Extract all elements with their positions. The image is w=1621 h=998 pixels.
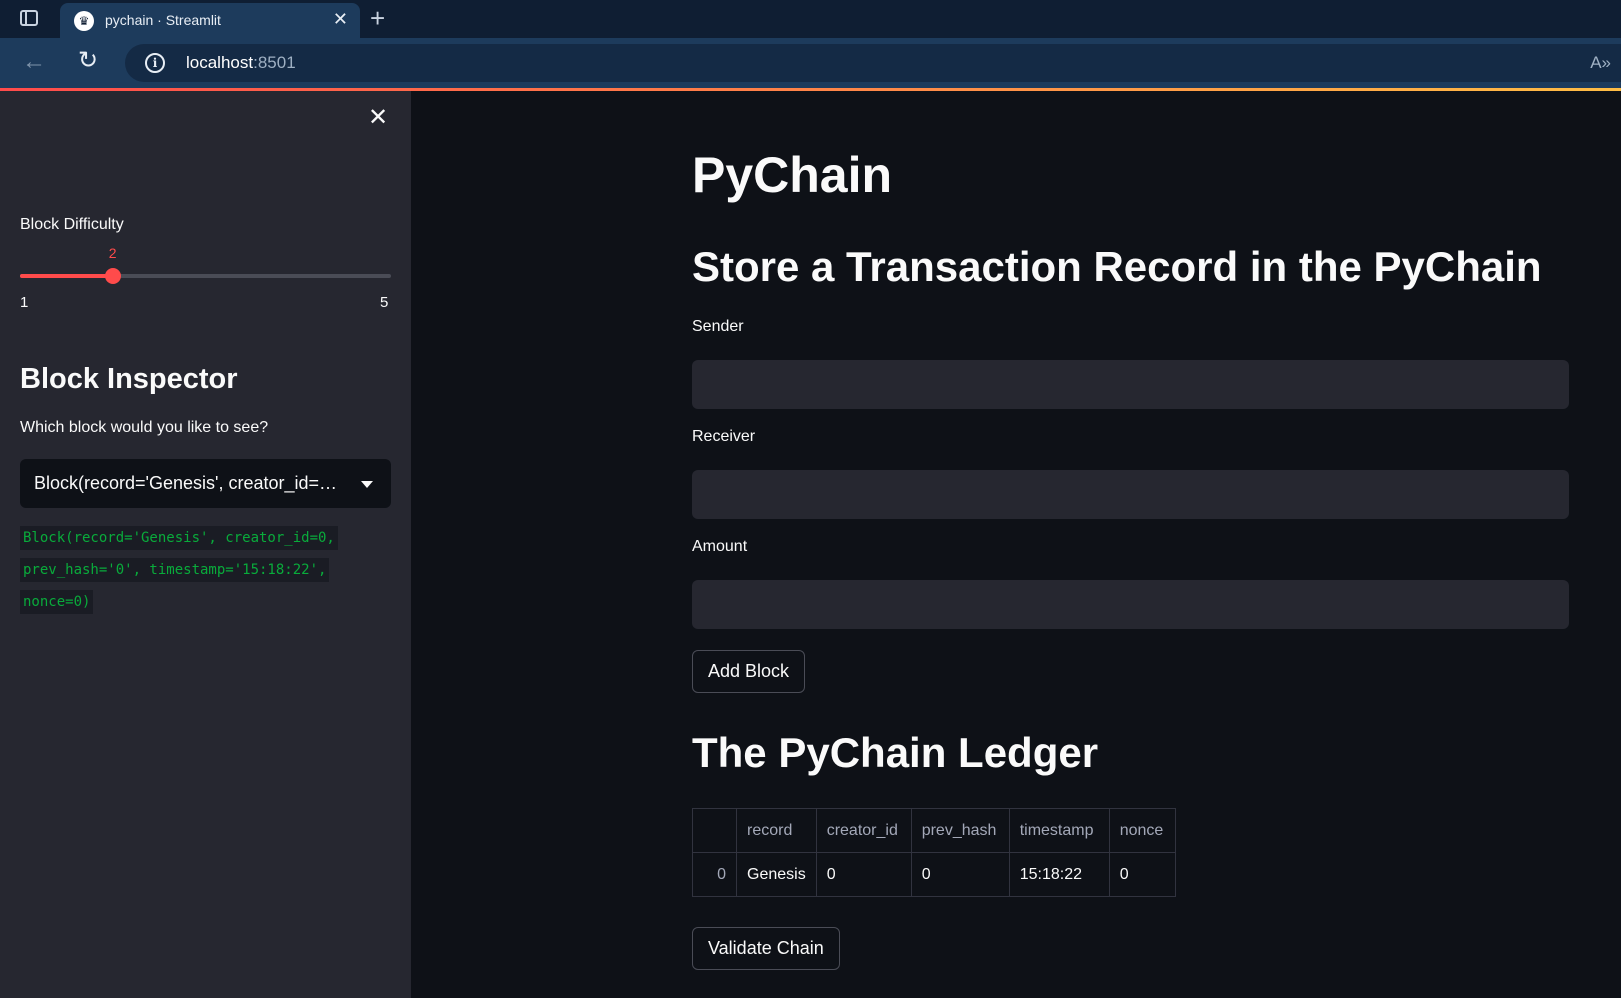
sender-input[interactable] [692,360,1569,409]
store-transaction-heading: Store a Transaction Record in the PyChai… [692,243,1542,290]
sidebar: ✕ Block Difficulty 2 1 5 Block Inspector… [0,91,411,998]
url-port: :8501 [253,53,296,72]
slider-value: 2 [108,245,117,261]
sender-label: Sender [692,318,744,335]
validate-chain-button[interactable]: Validate Chain [692,927,840,970]
column-header[interactable]: record [736,808,817,853]
site-info-icon[interactable]: i [145,53,165,73]
page-title: PyChain [692,147,893,203]
tab-actions-icon[interactable] [20,10,38,26]
url-host: localhost [186,53,254,72]
main-content: PyChain Store a Transaction Record in th… [411,91,1621,998]
table-cell: Genesis [736,852,817,897]
column-header[interactable]: creator_id [815,808,912,853]
new-tab-icon[interactable]: + [370,3,385,34]
column-header[interactable]: nonce [1108,808,1176,853]
difficulty-slider[interactable] [20,268,391,284]
table-row: 0 Genesis 0 0 15:18:22 0 [692,852,1176,897]
add-block-button[interactable]: Add Block [692,650,806,693]
close-sidebar-icon[interactable]: ✕ [368,106,388,130]
receiver-label: Receiver [692,428,756,445]
close-tab-icon[interactable]: ✕ [333,9,348,30]
slider-thumb[interactable] [104,268,121,284]
code-line: prev_hash='0', timestamp='15:18:22', [20,558,330,582]
browser-tab-bar: ♛ pychain · Streamlit ✕ + [0,0,1621,38]
address-bar: ← ↻ i localhost:8501 A» [0,38,1621,88]
streamlit-favicon-icon: ♛ [74,11,94,31]
table-cell: 0 [815,852,912,897]
table-cell: 0 [692,852,737,897]
column-header[interactable] [692,808,737,853]
table-cell: 0 [910,852,1010,897]
slider-max: 5 [380,294,389,311]
url-field[interactable]: i localhost:8501 A» [125,44,1621,82]
block-inspector-heading: Block Inspector [20,363,238,395]
column-header[interactable]: prev_hash [910,808,1010,853]
ledger-heading: The PyChain Ledger [692,729,1099,776]
table-cell: 0 [1108,852,1176,897]
reload-icon[interactable]: ↻ [78,46,98,75]
read-aloud-icon[interactable]: A» [1590,53,1611,73]
select-label: Which block would you like to see? [20,419,269,436]
code-line: nonce=0) [20,590,94,614]
select-value: Block(record='Genesis', creator_id=0, pr… [34,473,344,493]
back-arrow-icon[interactable]: ← [22,48,46,76]
slider-fill [20,274,113,278]
block-code: Block(record='Genesis', creator_id=0, pr… [20,522,360,618]
block-select[interactable]: Block(record='Genesis', creator_id=0, pr… [20,459,391,508]
chevron-down-icon[interactable] [361,481,373,488]
tab-title: pychain · Streamlit [105,12,221,28]
ledger-table: record creator_id prev_hash timestamp no… [692,808,1176,897]
table-header-row: record creator_id prev_hash timestamp no… [692,808,1176,853]
amount-input[interactable] [692,580,1569,629]
slider-min: 1 [20,294,29,311]
table-cell: 15:18:22 [1008,852,1110,897]
code-line: Block(record='Genesis', creator_id=0, [20,526,338,550]
amount-label: Amount [692,538,748,555]
column-header[interactable]: timestamp [1008,808,1110,853]
url-text: localhost:8501 [186,53,296,73]
browser-tab[interactable]: ♛ pychain · Streamlit ✕ [60,3,360,38]
receiver-input[interactable] [692,470,1569,519]
slider-label: Block Difficulty [20,216,124,233]
